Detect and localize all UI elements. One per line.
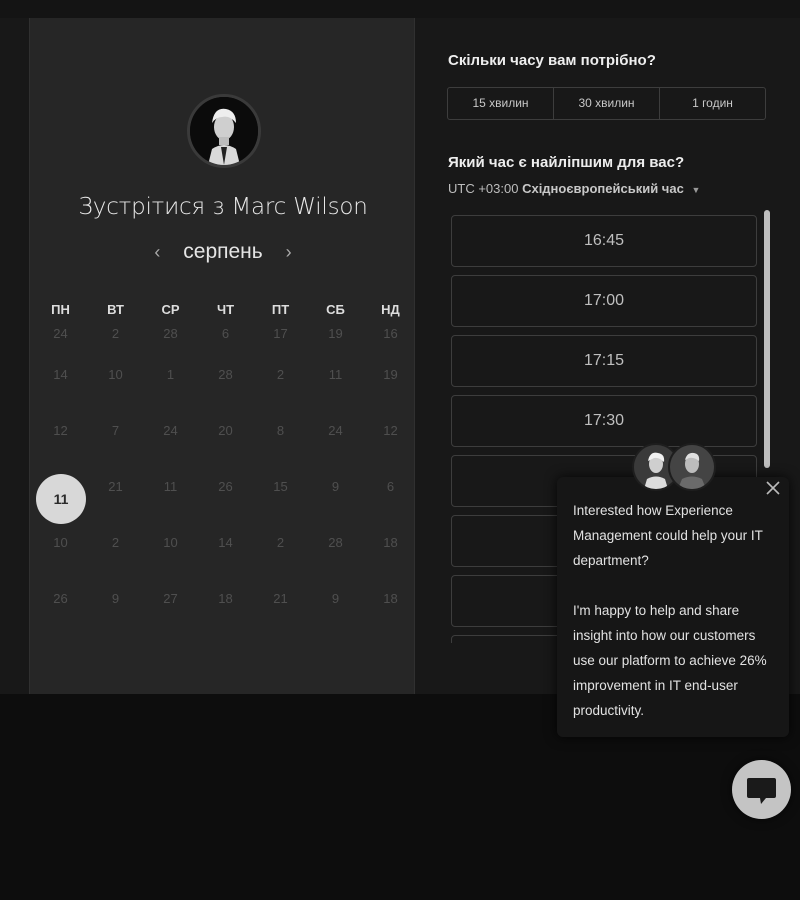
calendar-week: 11 21 11 26 15 9 6	[33, 472, 419, 528]
calendar-week: 24 2 28 6 17 19 16	[33, 320, 419, 360]
calendar-day: 24	[328, 423, 343, 438]
calendar-day: 15	[273, 479, 288, 494]
duration-option-30[interactable]: 30 хвилин	[554, 88, 660, 119]
calendar-day: 28	[218, 367, 233, 382]
time-slot[interactable]: 17:00	[451, 275, 757, 327]
meeting-title: Зустрітися з Marc Wilson	[78, 194, 368, 220]
duration-option-15[interactable]: 15 хвилин	[448, 88, 554, 119]
selected-day[interactable]: 11	[33, 472, 88, 528]
duration-selector: 15 хвилин 30 хвилин 1 годин	[447, 87, 766, 120]
timezone-dropdown[interactable]: UTC +03:00 Східноєвропейський час ▼	[448, 181, 700, 196]
calendar-day: 12	[53, 423, 68, 438]
calendar-day: 9	[331, 479, 340, 494]
host-avatar	[187, 94, 261, 168]
calendar-grid: ПН ВТ СР ЧТ ПТ СБ НД 24 2 28 6 17 19 16 …	[33, 302, 419, 640]
chat-message-line: I'm happy to help and share insight into…	[573, 603, 767, 718]
calendar-panel: Зустрітися з Marc Wilson ‹ серпень › ПН …	[29, 18, 415, 694]
weekday-label: СР	[161, 302, 180, 317]
weekday-label: ЧТ	[216, 302, 235, 317]
calendar-day: 17	[273, 326, 288, 341]
calendar-week: 12 7 24 20 8 24 12	[33, 416, 419, 472]
chat-bubble-icon	[747, 778, 776, 804]
calendar-day: 6	[221, 326, 230, 341]
weekday-label: ПН	[51, 302, 70, 317]
duration-question: Скільки часу вам потрібно?	[448, 52, 656, 69]
timezone-offset: UTC +03:00	[448, 181, 519, 196]
calendar-day: 9	[331, 591, 340, 606]
calendar-day: 7	[111, 423, 120, 438]
close-icon[interactable]	[763, 478, 783, 498]
calendar-day: 1	[166, 367, 175, 382]
agent-avatar	[668, 443, 716, 491]
calendar-day: 24	[53, 326, 68, 341]
calendar-day: 10	[163, 535, 178, 550]
chat-message: Interested how Experience Management cou…	[573, 498, 778, 748]
calendar-day: 27	[163, 591, 178, 606]
slot-list-scrollbar[interactable]	[764, 210, 770, 468]
next-month-icon[interactable]: ›	[269, 242, 309, 263]
time-slot[interactable]: 17:15	[451, 335, 757, 387]
calendar-day: 2	[111, 535, 120, 550]
calendar-day: 19	[328, 326, 343, 341]
prev-month-icon[interactable]: ‹	[137, 242, 177, 263]
calendar-day: 18	[383, 535, 398, 550]
calendar-week: 10 2 10 14 2 28 18	[33, 528, 419, 584]
calendar-day: 8	[276, 423, 285, 438]
month-label: серпень	[183, 240, 263, 263]
time-slot[interactable]: 16:45	[451, 215, 757, 267]
calendar-day: 14	[53, 367, 68, 382]
calendar-day: 10	[53, 535, 68, 550]
weekday-label: ПТ	[271, 302, 290, 317]
calendar-day: 16	[383, 326, 398, 341]
chat-message-line: Interested how Experience Management cou…	[573, 503, 763, 568]
calendar-day: 18	[383, 591, 398, 606]
calendar-day: 26	[218, 479, 233, 494]
month-navigation: ‹ серпень ›	[30, 240, 416, 264]
time-question: Який час є найліпшим для вас?	[448, 154, 685, 171]
calendar-week: 26 9 27 18 21 9 18	[33, 584, 419, 640]
calendar-day: 26	[53, 591, 68, 606]
calendar-day: 14	[218, 535, 233, 550]
selected-day-label: 11	[36, 474, 86, 524]
calendar-day: 21	[273, 591, 288, 606]
caret-down-icon: ▼	[691, 185, 701, 195]
calendar-week: 14 10 1 28 2 11 19	[33, 360, 419, 416]
timezone-name: Східноєвропейський час	[522, 181, 684, 196]
weekday-label: НД	[381, 302, 400, 317]
calendar-day: 10	[108, 367, 123, 382]
calendar-day: 20	[218, 423, 233, 438]
calendar-day: 11	[328, 367, 343, 382]
duration-option-60[interactable]: 1 годин	[660, 88, 765, 119]
calendar-day: 24	[163, 423, 178, 438]
calendar-day: 2	[111, 326, 120, 341]
calendar-day: 18	[218, 591, 233, 606]
calendar-day: 6	[386, 479, 395, 494]
time-slot[interactable]: 17:30	[451, 395, 757, 447]
calendar-day: 2	[276, 535, 285, 550]
weekday-label: СБ	[326, 302, 345, 317]
chat-launcher-button[interactable]	[732, 760, 791, 819]
calendar-day: 28	[163, 326, 178, 341]
calendar-day: 2	[276, 367, 285, 382]
calendar-day: 28	[328, 535, 343, 550]
weekday-label: ВТ	[107, 302, 124, 317]
weekday-header: ПН ВТ СР ЧТ ПТ СБ НД	[33, 302, 419, 320]
calendar-day: 11	[163, 479, 178, 494]
calendar-day: 9	[111, 591, 120, 606]
calendar-day: 12	[383, 423, 398, 438]
calendar-day: 19	[383, 367, 398, 382]
calendar-day: 21	[108, 479, 123, 494]
